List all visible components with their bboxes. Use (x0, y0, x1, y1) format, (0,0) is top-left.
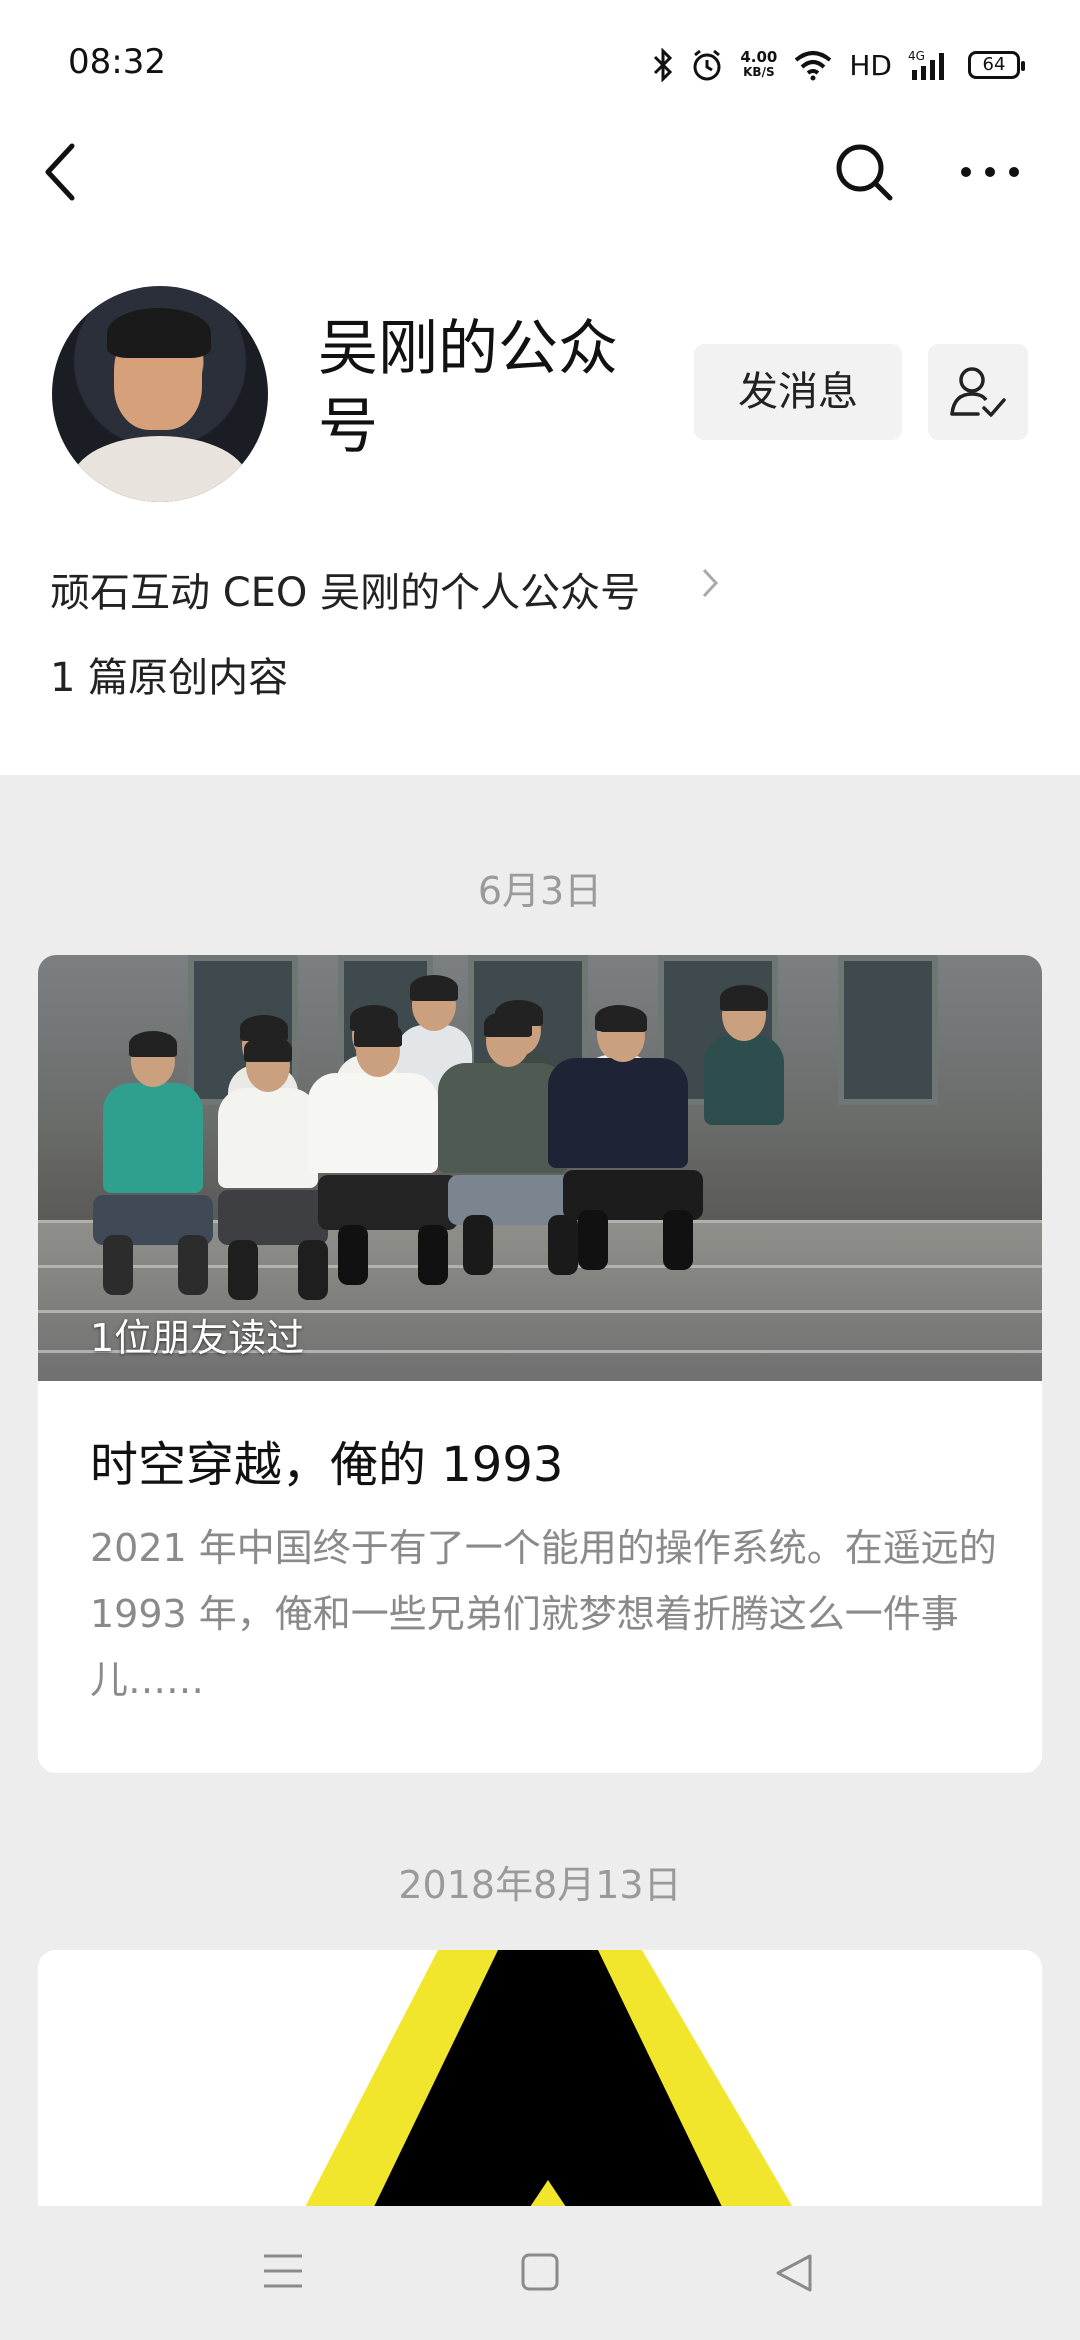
account-name: 吴刚的公众号 (318, 314, 618, 462)
feed-date-label: 2018年8月13日 (398, 1863, 682, 1907)
status-bar: 08:32 4.00 KB/S HD 4G 64 (0, 0, 1080, 130)
svg-text:4G: 4G (908, 49, 925, 63)
system-nav-bar (0, 2206, 1080, 2340)
back-triangle-icon[interactable] (774, 2252, 814, 2294)
avatar[interactable] (52, 286, 268, 502)
account-description[interactable]: 顽石互动 CEO 吴刚的个人公众号 (50, 560, 640, 618)
send-message-button[interactable]: 发消息 (694, 344, 902, 440)
avatar-hair (107, 308, 211, 358)
original-content-count[interactable]: 1 篇原创内容 (50, 645, 288, 703)
cover-window (838, 955, 938, 1105)
friends-read-label: 1位朋友读过 (90, 1316, 305, 1360)
home-square-icon[interactable] (520, 2252, 560, 2292)
article-card[interactable]: 1位朋友读过 时空穿越，俺的 1993 2021 年中国终于有了一个能用的操作系… (38, 955, 1042, 1773)
top-nav-bar (0, 130, 1080, 260)
article-cover-image (38, 1950, 1042, 2240)
more-dots-icon[interactable] (958, 160, 1022, 184)
avatar-shirt (72, 436, 248, 502)
following-button[interactable] (928, 344, 1028, 440)
account-profile: 吴刚的公众号 发消息 顽石互动 CEO 吴刚的个人公众号 1 篇原创内容 (0, 260, 1080, 775)
battery-icon: 64 (968, 51, 1025, 79)
signal-icon: 4G (908, 49, 944, 80)
status-time: 08:32 (68, 42, 166, 82)
speed-value: 4.00 (740, 48, 778, 66)
wifi-icon (795, 51, 832, 81)
status-icons: 4.00 KB/S HD 4G 64 (652, 40, 1025, 90)
menu-icon[interactable] (262, 2252, 304, 2290)
chevron-right-icon[interactable] (700, 566, 720, 600)
alarm-icon (693, 49, 721, 81)
official-account-page: 08:32 4.00 KB/S HD 4G 64 吴刚的公众号 发消息 顽石互动… (0, 0, 1080, 2340)
search-icon[interactable] (834, 142, 894, 202)
bluetooth-icon (654, 48, 673, 82)
user-check-icon (950, 367, 1006, 417)
article-digest[interactable]: 2021 年中国终于有了一个能用的操作系统。在遥远的 1993 年，俺和一些兄弟… (90, 1515, 1010, 1713)
article-card[interactable] (38, 1950, 1042, 2240)
feed-date-label: 6月3日 (477, 869, 603, 913)
back-button[interactable] (40, 142, 80, 202)
article-title[interactable]: 时空穿越，俺的 1993 (90, 1425, 563, 1495)
network-hd-label: HD (849, 48, 892, 82)
speed-unit: KB/S (743, 65, 775, 79)
cover-logo-graphic (288, 1950, 812, 2240)
network-speed: 4.00 KB/S (740, 50, 777, 80)
article-cover-image: 1位朋友读过 (38, 955, 1042, 1381)
